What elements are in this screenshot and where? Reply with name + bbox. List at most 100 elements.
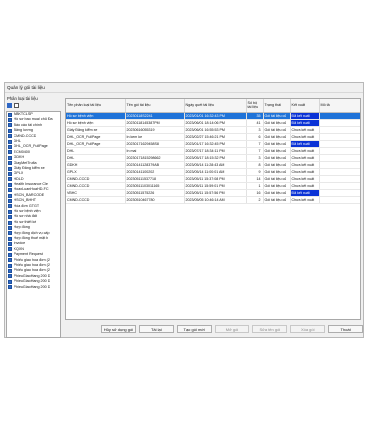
cell-scan-date: 2023/06/01 18:14:06 PM — [184, 119, 247, 127]
cell-package-name: 20230141128379AB — [125, 161, 185, 169]
clear-selection-checkbox-icon[interactable] — [14, 103, 19, 108]
table-row[interactable]: CMND-CCCD 20230510467780 2023/05/05 10:46:… — [66, 196, 360, 204]
checkbox-icon[interactable] — [8, 139, 12, 144]
cell-export: Chưa kết xuất — [290, 133, 320, 141]
cell-scan-date: 2023/02/27 15:46:21 PM — [184, 133, 247, 141]
table-row[interactable]: DHL 20230171815298662 2023/05/17 18:15:32 … — [66, 154, 360, 162]
cell-classification: DHL_OCR_FullPage — [66, 140, 126, 148]
cell-scan-date: 2023/05/14 11:00:01 AM — [184, 168, 247, 176]
classification-title: Phân loại tài liệu — [7, 96, 38, 101]
column-scan-date[interactable]: Ngày quét tài liệu — [184, 99, 247, 113]
table-row[interactable]: DHL_OCR_FullPage In kem ke 2023/02/27 15:4… — [66, 133, 360, 141]
reload-button[interactable]: Tải lại — [138, 325, 174, 333]
checkbox-icon[interactable] — [8, 166, 12, 171]
checkbox-icon[interactable] — [8, 118, 12, 123]
table-row[interactable]: DHL In mai 2023/07/17 18:34:11 PM 7 Gói tài … — [66, 147, 360, 155]
checkbox-icon[interactable] — [8, 220, 12, 225]
table-row[interactable]: VBHC 20230511575226 2023/05/11 15:57:56 PM… — [66, 189, 360, 197]
table-row[interactable]: GPLX 20230141100202 2023/05/14 11:00:01 AM… — [66, 168, 360, 176]
cell-export: Đã kết xuất — [290, 112, 320, 120]
cell-status: Gói tài liệu củ — [263, 189, 291, 197]
cell-status: Gói tài liệu củ — [263, 168, 291, 176]
cell-document-count: 3 — [246, 126, 264, 134]
checkbox-icon[interactable] — [8, 177, 12, 182]
column-document-count[interactable]: Số bộ tài liệu — [246, 99, 264, 113]
cell-description — [319, 126, 360, 134]
unused-package-button[interactable]: Hủy sử dụng gói — [101, 325, 136, 333]
checkbox-icon[interactable] — [8, 209, 12, 214]
table-row[interactable]: Hồ sơ bệnh viện 20230118145387PM 2023/06/0… — [66, 119, 360, 127]
cell-package-name: 20230118145387PM — [125, 119, 185, 127]
checkbox-icon[interactable] — [8, 198, 12, 203]
cell-status: Gói tài liệu củ — [263, 161, 291, 169]
cell-classification: Hồ sơ bệnh viện — [66, 112, 126, 120]
table-row[interactable]: GDKH 20230141128379AB 2023/05/14 11:28:43 … — [66, 161, 360, 169]
cell-export: Chưa kết xuất — [290, 182, 320, 190]
checkbox-icon[interactable] — [8, 188, 12, 193]
classification-label: PhieuGiaoHang 200 D — [13, 284, 51, 289]
cell-export: Chưa kết xuất — [290, 154, 320, 162]
select-all-checkbox-icon[interactable] — [7, 103, 12, 108]
table-row[interactable]: Hồ sơ bệnh viện 20230118S2241 2023/01/01 1… — [66, 112, 360, 120]
cell-package-name: 20230141100202 — [125, 168, 185, 176]
checkbox-icon[interactable] — [8, 204, 12, 209]
checkbox-icon[interactable] — [8, 279, 12, 284]
cell-package-name: 20230616055319 — [125, 126, 185, 134]
checkbox-icon[interactable] — [8, 171, 12, 176]
cell-classification: CMND-CCCD — [66, 196, 126, 204]
cell-status: Gói tài liệu củ — [263, 154, 291, 162]
delete-package-button[interactable]: Xóa gói — [290, 325, 326, 333]
cell-classification: DHL — [66, 147, 126, 155]
cell-scan-date: 2023/05/11 15:37:08 PM — [184, 175, 247, 183]
checkbox-icon[interactable] — [8, 252, 12, 257]
checkbox-icon[interactable] — [8, 231, 12, 236]
open-package-button[interactable]: Mở gói — [214, 325, 250, 333]
checkbox-icon[interactable] — [8, 134, 12, 139]
column-package-name[interactable]: Tên gói tài liệu — [125, 99, 185, 113]
cell-classification: CMND-CCCD — [66, 175, 126, 183]
rename-package-button[interactable]: Sửa tên gói — [252, 325, 288, 333]
cell-description — [319, 147, 360, 155]
column-status[interactable]: Trạng thái — [263, 99, 291, 113]
checkbox-icon[interactable] — [8, 274, 12, 279]
table-row[interactable]: CMND-CCCD 20230511103011165 2023/05/11 15:… — [66, 182, 360, 190]
checkbox-icon[interactable] — [8, 112, 12, 117]
table-row[interactable]: CMND-CCCD 202305111537718 2023/05/11 15:37… — [66, 175, 360, 183]
cell-status: Gói tài liệu củ — [263, 147, 291, 155]
checkbox-icon[interactable] — [8, 269, 12, 274]
checkbox-icon[interactable] — [8, 193, 12, 198]
table-row[interactable]: Giấy Đăng kiểm xe 20230616055319 2023/06/0… — [66, 126, 360, 134]
classification-list[interactable]: ABKTCLSP Hồ sơ bao mua/ chủ Đa Báo cáo tài… — [6, 111, 61, 338]
checkbox-icon[interactable] — [8, 123, 12, 128]
checkbox-icon[interactable] — [8, 155, 12, 160]
column-description[interactable]: Mô tả — [319, 99, 360, 113]
cell-export: Chưa kết xuất — [290, 161, 320, 169]
checkbox-icon[interactable] — [8, 145, 12, 150]
cell-description — [319, 168, 360, 176]
create-package-button[interactable]: Tạo gói mới — [176, 325, 212, 333]
column-classification[interactable]: Tên phân loại tài liệu — [66, 99, 126, 113]
cell-document-count: 2 — [246, 196, 264, 204]
checkbox-icon[interactable] — [8, 150, 12, 155]
checkbox-icon[interactable] — [8, 285, 12, 290]
column-export[interactable]: Kết xuất — [290, 99, 320, 113]
cell-description — [319, 119, 360, 127]
cell-classification: Hồ sơ bệnh viện — [66, 119, 126, 127]
exit-button[interactable]: Thoát — [328, 325, 364, 333]
checkbox-icon[interactable] — [8, 263, 12, 268]
checkbox-icon[interactable] — [8, 128, 12, 133]
classification-item[interactable]: PhieuGiaoHang 200 D — [7, 285, 60, 290]
checkbox-icon[interactable] — [8, 242, 12, 247]
cell-document-count: 9 — [246, 168, 264, 176]
cell-description — [319, 175, 360, 183]
checkbox-icon[interactable] — [8, 247, 12, 252]
table-row[interactable]: DHL_OCR_FullPage 20230171629458S8 2023/01/… — [66, 140, 360, 148]
package-table[interactable]: Tên phân loại tài liệu Tên gói tài liệu … — [65, 98, 361, 320]
checkbox-icon[interactable] — [8, 215, 12, 220]
checkbox-icon[interactable] — [8, 236, 12, 241]
checkbox-icon[interactable] — [8, 258, 12, 263]
checkbox-icon[interactable] — [8, 225, 12, 230]
checkbox-icon[interactable] — [8, 161, 12, 166]
cell-package-name: 20230510467780 — [125, 196, 185, 204]
checkbox-icon[interactable] — [8, 182, 12, 187]
